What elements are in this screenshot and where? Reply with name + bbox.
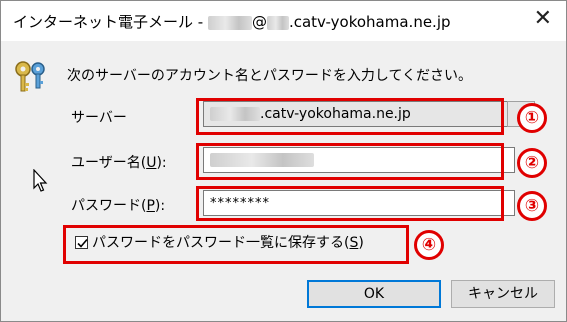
window-title: インターネット電子メール - @ .catv-yokohama.ne.jp: [13, 11, 451, 32]
title-at: @: [251, 13, 267, 31]
annotation-box-password: [196, 186, 504, 221]
server-label: サーバー: [71, 110, 127, 126]
annotation-box-server: [196, 98, 504, 135]
annotation-number-3: ③: [517, 191, 547, 221]
annotation-box-username: [196, 143, 504, 180]
user-label-key: U: [146, 155, 157, 171]
annotation-box-save-password: [63, 225, 409, 264]
masked-title-host: [266, 15, 289, 30]
password-label-key: P: [146, 198, 155, 214]
password-label-end: ):: [154, 198, 166, 214]
title-prefix: インターネット電子メール -: [13, 13, 208, 31]
keys-icon: [15, 61, 45, 92]
title-domain: .catv-yokohama.ne.jp: [288, 13, 451, 31]
password-label-text: パスワード(: [71, 198, 147, 214]
annotation-number-4: ④: [414, 230, 444, 260]
annotation-number-1: ①: [517, 103, 547, 133]
login-dialog: インターネット電子メール - @ .catv-yokohama.ne.jp ✕ 次…: [0, 0, 567, 322]
annotation-number-2: ②: [517, 148, 547, 178]
cancel-button[interactable]: キャンセル: [451, 280, 555, 308]
password-label: パスワード(P):: [71, 195, 165, 215]
ok-button[interactable]: OK: [307, 280, 441, 308]
user-label: ユーザー名(U):: [71, 152, 167, 172]
mouse-cursor-icon: [33, 169, 48, 192]
close-icon[interactable]: ✕: [534, 7, 552, 31]
title-bar: インターネット電子メール - @ .catv-yokohama.ne.jp ✕: [1, 1, 566, 41]
masked-title-user: [207, 15, 252, 30]
prompt-text: 次のサーバーのアカウント名とパスワードを入力してください。: [67, 68, 473, 84]
user-label-text: ユーザー名(: [71, 155, 147, 171]
user-label-end: ):: [156, 155, 167, 171]
